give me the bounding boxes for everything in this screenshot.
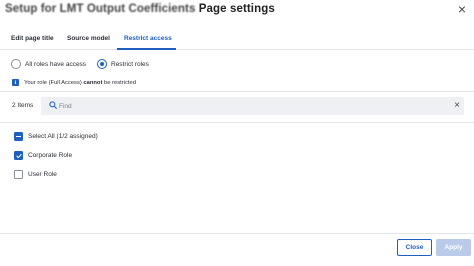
active-tab-indicator bbox=[117, 48, 176, 50]
select-all-checkbox-row[interactable]: Select All (1/2 assigned) bbox=[14, 131, 98, 142]
user-role-label: User Role bbox=[28, 171, 57, 178]
divider bbox=[0, 122, 474, 123]
tab-restrict-access[interactable]: Restrict access bbox=[124, 35, 172, 42]
info-text-prefix: Your role (Full Access) bbox=[24, 79, 84, 86]
info-text-bold: cannot bbox=[83, 79, 103, 86]
search-icon bbox=[49, 101, 57, 109]
close-icon[interactable]: × bbox=[458, 2, 466, 16]
info-text: Your role (Full Access) cannot be restri… bbox=[24, 80, 136, 86]
items-count: 2 Items bbox=[12, 102, 34, 109]
corporate-role-label: Corporate Role bbox=[28, 152, 73, 159]
radio-restrict-roles-label: Restrict roles bbox=[111, 60, 149, 68]
role-info-note: i Your role (Full Access) cannot be rest… bbox=[12, 78, 136, 87]
dialog-footer: Close Apply bbox=[0, 233, 474, 266]
search-box: × bbox=[41, 97, 464, 115]
radio-all-roles-label: All roles have access bbox=[25, 60, 87, 68]
page-title-obscured: Setup for LMT Output Coefficients bbox=[5, 3, 196, 15]
tab-bar: Edit page title Source model Restrict ac… bbox=[0, 30, 474, 50]
page-title: Setup for LMT Output Coefficients Page s… bbox=[5, 3, 275, 15]
list-item[interactable]: Corporate Role bbox=[14, 150, 72, 161]
check-icon bbox=[15, 153, 22, 158]
close-button[interactable]: Close bbox=[397, 239, 432, 256]
search-input[interactable] bbox=[59, 99, 439, 113]
corporate-role-checkbox[interactable] bbox=[14, 151, 23, 160]
radio-all-roles[interactable]: All roles have access bbox=[11, 58, 86, 70]
list-item[interactable]: User Role bbox=[14, 169, 57, 180]
dialog-header: Setup for LMT Output Coefficients Page s… bbox=[0, 0, 474, 24]
radio-button-unchecked[interactable] bbox=[11, 59, 21, 69]
info-text-suffix: be restricted bbox=[102, 79, 136, 86]
divider bbox=[0, 91, 474, 92]
tab-edit-page-title[interactable]: Edit page title bbox=[11, 35, 54, 42]
minus-icon bbox=[16, 135, 21, 138]
radio-button-checked[interactable] bbox=[97, 59, 107, 69]
page-title-suffix: Page settings bbox=[195, 3, 275, 15]
select-all-checkbox[interactable] bbox=[14, 132, 23, 141]
radio-restrict-roles[interactable]: Restrict roles bbox=[97, 58, 149, 70]
select-all-label: Select All (1/2 assigned) bbox=[28, 133, 98, 140]
tab-source-model[interactable]: Source model bbox=[67, 35, 110, 42]
user-role-checkbox[interactable] bbox=[14, 170, 23, 179]
clear-icon[interactable]: × bbox=[454, 99, 460, 112]
info-icon: i bbox=[12, 79, 19, 86]
apply-button[interactable]: Apply bbox=[436, 239, 471, 256]
